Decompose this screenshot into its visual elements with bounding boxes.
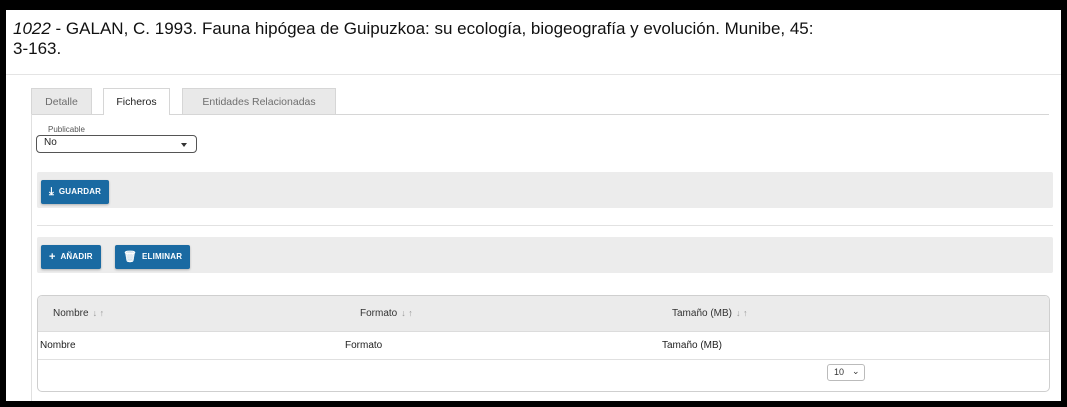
publicable-select[interactable] <box>36 135 197 153</box>
download-icon: ⤓ <box>49 186 54 198</box>
tab-underline <box>31 114 1049 115</box>
save-toolbar <box>37 172 1053 208</box>
publicable-value: No <box>44 137 57 148</box>
chevron-down-icon <box>181 143 187 147</box>
column-header-tamano[interactable]: Tamaño (MB) ↓ ↑ <box>672 296 748 331</box>
column-header-formato[interactable]: Formato ↓ ↑ <box>360 296 413 331</box>
record-title: 1022 - GALAN, C. 1993. Fauna hipógea de … <box>13 19 853 59</box>
tab-entidades-relacionadas[interactable]: Entidades Relacionadas <box>182 88 336 114</box>
page-frame: 1022 - GALAN, C. 1993. Fauna hipógea de … <box>6 10 1061 401</box>
page-size-value: 10 <box>834 367 845 377</box>
tab-detalle[interactable]: Detalle <box>31 88 92 114</box>
record-number: 1022 <box>13 19 51 38</box>
divider <box>37 225 1053 226</box>
content-border <box>31 114 32 401</box>
record-citation-continued: 3-163. <box>13 39 62 58</box>
table-row[interactable]: Nombre Formato Tamaño (MB) <box>38 332 1049 360</box>
delete-button[interactable]: 🗑 ELIMINAR <box>115 245 191 269</box>
sort-icon[interactable]: ↓ ↑ <box>93 308 105 318</box>
files-table: Nombre ↓ ↑ Formato ↓ ↑ Tamaño (MB) ↓ ↑ Nomb… <box>37 295 1050 392</box>
plus-icon: + <box>49 251 56 263</box>
page-size-select[interactable]: 10 ⌄ <box>827 364 865 381</box>
table-header: Nombre ↓ ↑ Formato ↓ ↑ Tamaño (MB) ↓ ↑ <box>38 296 1049 332</box>
table-cell: Tamaño (MB) <box>662 340 723 351</box>
publicable-label: Publicable <box>46 125 87 134</box>
trash-icon: 🗑 <box>123 251 137 263</box>
add-button[interactable]: + AÑADIR <box>41 245 101 269</box>
add-button-label: AÑADIR <box>60 252 93 261</box>
save-button[interactable]: ⤓ GUARDAR <box>41 180 110 204</box>
table-cell: Formato <box>345 340 383 351</box>
chevron-down-icon: ⌄ <box>852 366 860 376</box>
divider <box>6 74 1061 75</box>
column-header-nombre[interactable]: Nombre ↓ ↑ <box>53 296 104 331</box>
sort-icon[interactable]: ↓ ↑ <box>401 308 413 318</box>
table-cell: Nombre <box>40 340 76 351</box>
tab-ficheros[interactable]: Ficheros <box>103 88 170 115</box>
sort-icon[interactable]: ↓ ↑ <box>736 308 748 318</box>
delete-button-label: ELIMINAR <box>141 252 183 261</box>
save-button-label: GUARDAR <box>58 187 102 196</box>
record-citation: - GALAN, C. 1993. Fauna hipógea de Guipu… <box>50 19 814 38</box>
